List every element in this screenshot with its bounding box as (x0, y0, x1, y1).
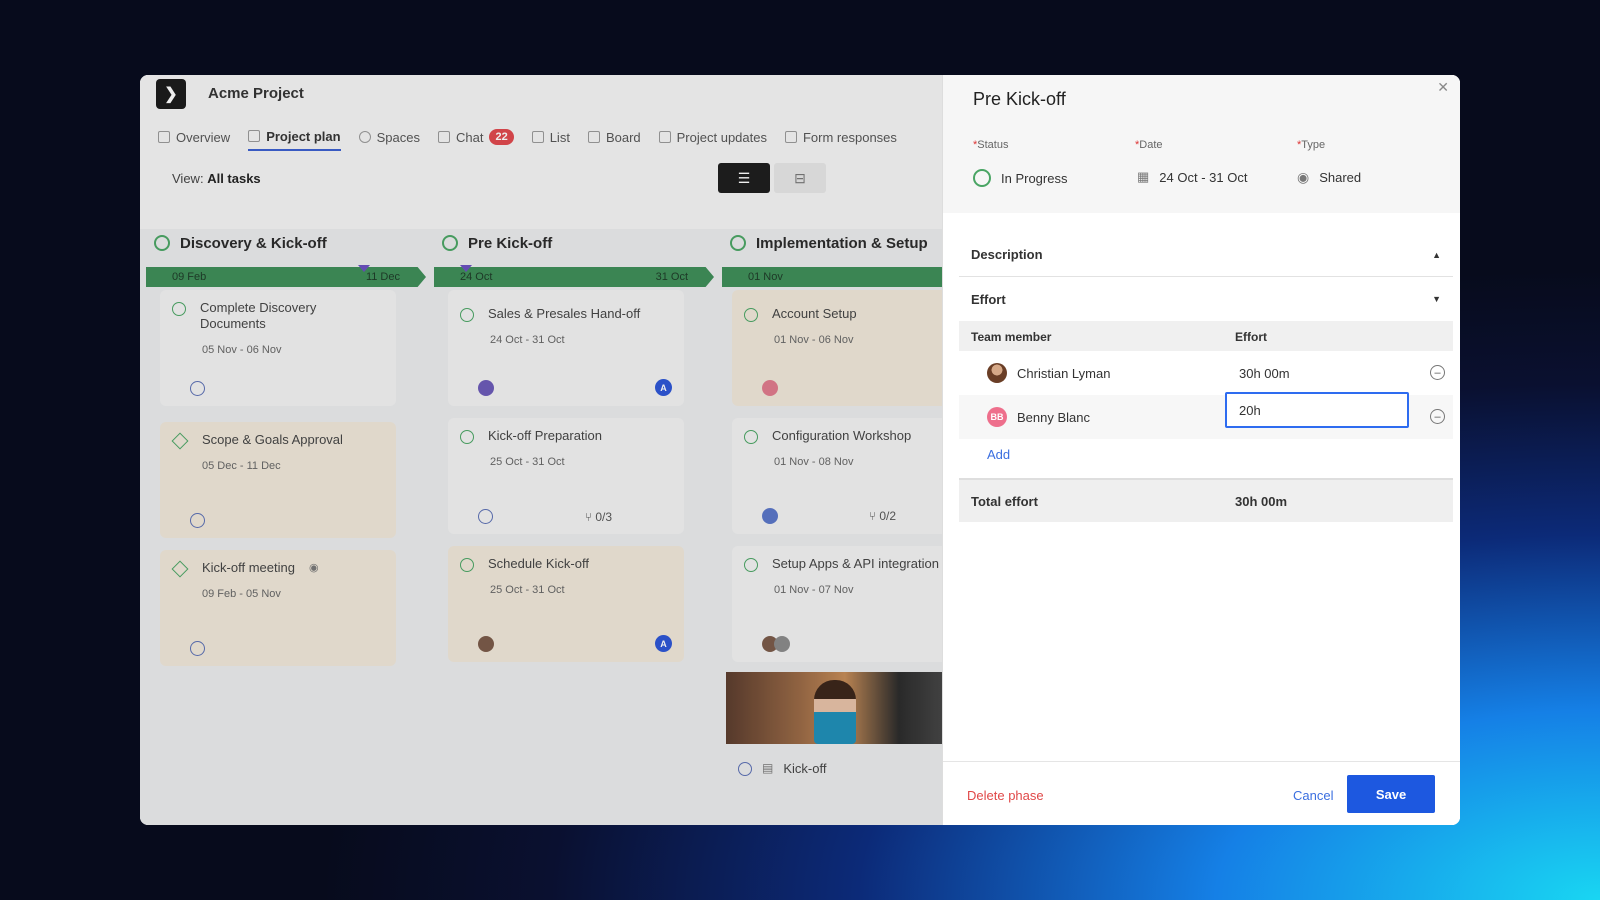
modal-overlay (140, 75, 942, 825)
add-member-button[interactable]: Add (987, 447, 1010, 462)
total-effort-row: Total effort 30h 00m (959, 478, 1453, 522)
close-icon[interactable]: ✕ (1437, 79, 1449, 96)
type-field[interactable]: ◉ Shared (1297, 169, 1361, 186)
total-effort-label: Total effort (971, 494, 1038, 509)
panel-header: Pre Kick-off ✕ *Status In Progress *Date… (943, 75, 1460, 213)
eye-icon: ◉ (1297, 169, 1310, 185)
remove-member-icon[interactable]: – (1430, 365, 1445, 380)
member-name: Christian Lyman (1017, 365, 1111, 381)
effort-input[interactable] (1225, 392, 1409, 428)
caret-down-icon: ▼ (1432, 294, 1441, 304)
save-button[interactable]: Save (1347, 775, 1435, 813)
table-row: Christian Lyman 30h 00m – (959, 351, 1453, 395)
effort-table-header: Team member Effort (959, 321, 1453, 351)
in-progress-icon (973, 169, 991, 187)
caret-up-icon: ▲ (1432, 249, 1441, 260)
effort-value[interactable]: 30h 00m (1239, 366, 1290, 381)
type-label: *Type (1297, 139, 1326, 151)
member-name: Benny Blanc (1017, 409, 1090, 425)
status-field[interactable]: In Progress (973, 169, 1067, 187)
status-label: *Status (973, 139, 1009, 151)
cancel-button[interactable]: Cancel (1293, 788, 1333, 803)
total-effort-value: 30h 00m (1235, 494, 1288, 509)
description-section-toggle[interactable]: Description ▲ (959, 233, 1453, 277)
avatar: BB (987, 407, 1007, 427)
effort-section-toggle[interactable]: Effort ▼ (959, 277, 1453, 321)
panel-title: Pre Kick-off (973, 89, 1066, 109)
date-label: *Date (1135, 139, 1163, 151)
remove-member-icon[interactable]: – (1430, 409, 1445, 424)
panel-footer: Delete phase Cancel Save (943, 761, 1460, 825)
delete-phase-button[interactable]: Delete phase (967, 788, 1044, 803)
avatar (987, 363, 1007, 383)
project-board: ❯ Acme Project Overview Project plan Spa… (140, 75, 942, 825)
date-field[interactable]: ▦ 24 Oct - 31 Oct (1137, 169, 1247, 185)
phase-detail-panel: Pre Kick-off ✕ *Status In Progress *Date… (942, 75, 1460, 825)
app-window: ❯ Acme Project Overview Project plan Spa… (140, 75, 1460, 825)
calendar-icon: ▦ (1137, 169, 1150, 184)
